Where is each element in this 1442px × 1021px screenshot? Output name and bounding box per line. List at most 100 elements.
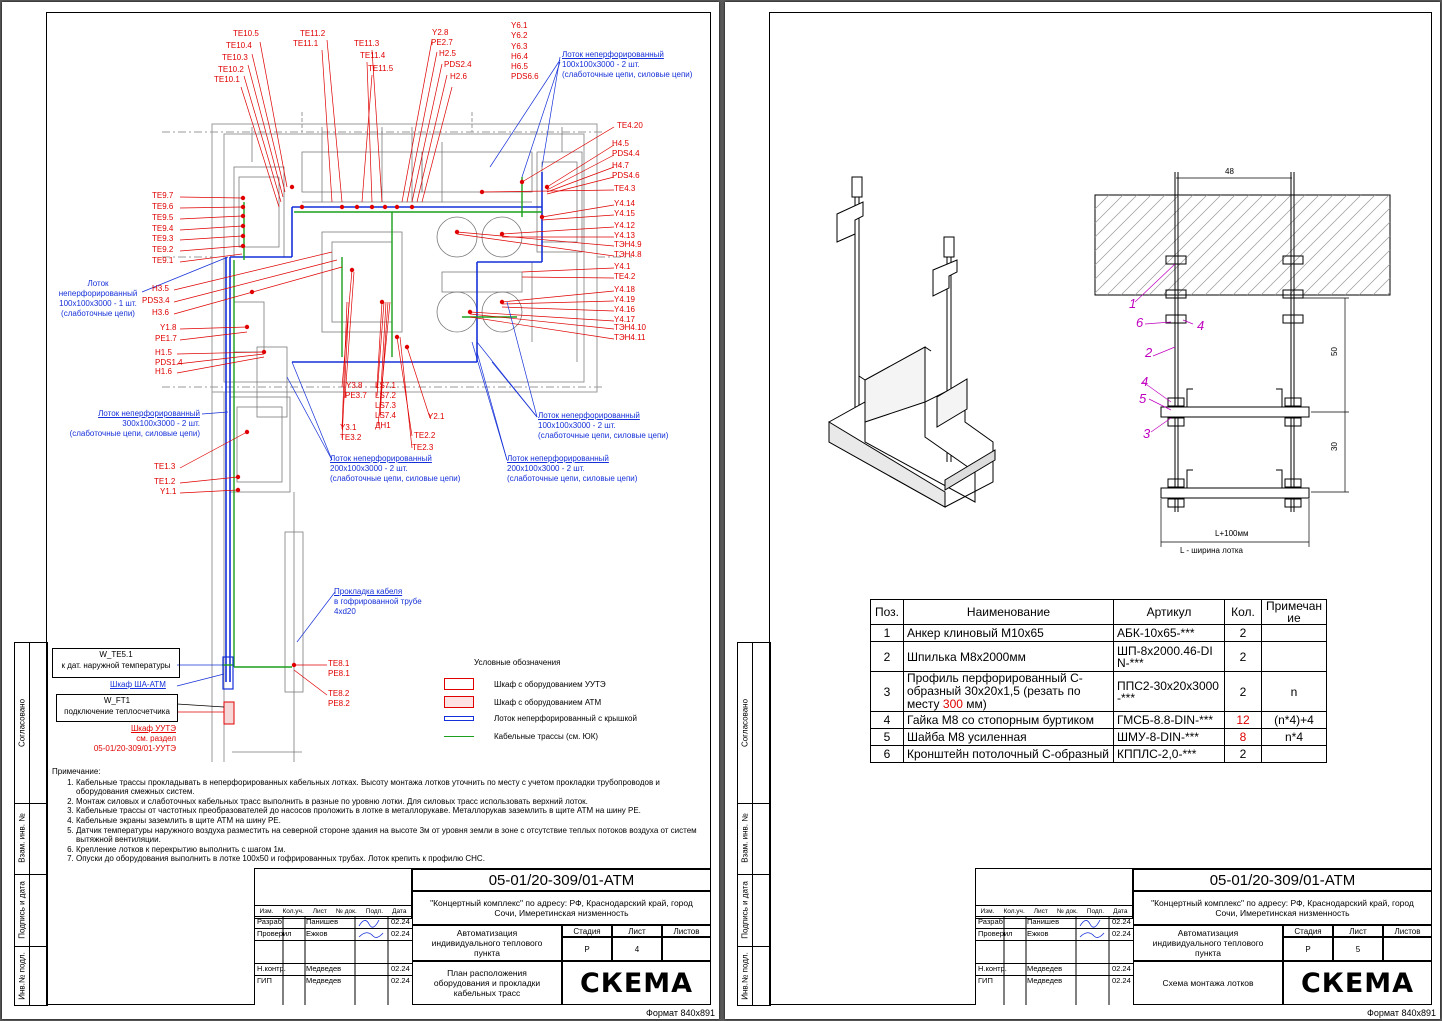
hatch-line [1316, 221, 1391, 296]
hatch-line [1094, 194, 1180, 280]
spec-pos: 4 [870, 711, 904, 729]
legend-label: Шкаф с оборудованием УУТЭ [494, 679, 606, 689]
revision-head: Изм. Кол.уч. Лист № док. Подп. Дата [976, 905, 1133, 917]
company-logo: СКЕМА [562, 961, 711, 1005]
note-line: 200x100x3000 - 2 шт. [330, 464, 408, 473]
spec-pos: 2 [870, 641, 904, 672]
spec-name: Шпилька M8x2000мм [903, 641, 1114, 672]
note-line: Лоток неперфорированный [562, 50, 664, 59]
tb-head: Кол.уч. [282, 907, 304, 915]
stage-head: Стадия [1283, 925, 1333, 937]
tb-head: Изм. [259, 907, 274, 915]
note-tray-right: Лоток неперфорированный 100x100x3000 - 2… [538, 411, 668, 441]
stage-value: Р [562, 937, 612, 961]
note-line: 100x100x3000 - 2 шт. [538, 421, 616, 430]
sheet-head: Лист [1333, 925, 1383, 937]
note-line: 4xd20 [334, 607, 356, 616]
note-line: 200x100x3000 - 2 шт. [507, 464, 585, 473]
note-line: Лоток неперфорированный [98, 409, 200, 418]
object-name: "Концертный комплекс" по адресу: РФ, Кра… [1133, 891, 1432, 925]
spec-pos: 6 [870, 745, 904, 763]
note-line: неперфорированный [58, 289, 138, 298]
note-item: Кабельные экраны заземлить в щите АТМ на… [76, 816, 712, 826]
note-item: Кабельные трассы от частотных преобразов… [76, 806, 712, 816]
company-logo: СКЕМА [1283, 961, 1432, 1005]
spec-name-highlight: 300 [942, 697, 963, 711]
sheet-format: Формат 840x891 [1366, 1008, 1436, 1018]
pos-mark: 5 [1139, 391, 1147, 406]
spec-qty: 2 [1224, 745, 1262, 763]
spec-art: ШМУ-8-DIN-*** [1113, 728, 1225, 746]
hatch-line [1344, 249, 1391, 296]
ceiling-slab [1094, 194, 1391, 296]
pos-mark: 6 [1136, 315, 1144, 330]
note-line: (слаботочные цепи, силовые цепи) [507, 474, 638, 483]
note-tray-bottom2: Лоток неперфорированный 200x100x3000 - 2… [507, 454, 637, 484]
legend-swatch-route [444, 736, 474, 737]
sheets-total [1383, 937, 1432, 961]
tb-head: Лист [312, 907, 327, 915]
spec-qty: 2 [1224, 671, 1262, 712]
spec-art: КППЛС-2,0-*** [1113, 745, 1225, 763]
stage-head: Стадия [562, 925, 612, 937]
spec-art: АБК-10x65-*** [1113, 624, 1225, 642]
sheet-title: План расположения оборудования и проклад… [412, 961, 562, 1005]
legend-swatch-uute [444, 678, 474, 690]
spec-art: ППС2-30x20x3000-*** [1113, 671, 1225, 712]
doc-code: 05-01/20-309/01-АТМ [1133, 869, 1432, 891]
pos-mark: 3 [1143, 426, 1151, 441]
note-line: (слаботочные цепи, силовые цепи) [538, 431, 669, 440]
spec-head-qty: Кол. [1224, 599, 1262, 625]
stage-value: Р [1283, 937, 1333, 961]
hatch-line [1094, 194, 1152, 252]
notes-title: Примечание: [52, 767, 101, 776]
tb-head: Дата [392, 907, 407, 915]
sheet-number: 5 [1333, 937, 1383, 961]
callout-cabinet-uute: Шкаф УУТЭ см. раздел 05-01/20-309/01-УУТ… [68, 724, 176, 754]
spec-name-cell: Профиль перфорированный С-образный 30x20… [903, 671, 1114, 712]
spec-note: (n*4)+4 [1261, 711, 1327, 729]
dim-top: 48 [1225, 167, 1234, 176]
callout-cabinet-atm: Шкаф ША-АТМ [110, 680, 166, 689]
object-name: "Концертный комплекс" по адресу: РФ, Кра… [412, 891, 711, 925]
spec-note: n*4 [1261, 728, 1327, 746]
note-line: 100x100x3000 - 2 шт. [562, 60, 640, 69]
legend-label: Лоток неперфорированный с крышкой [494, 714, 637, 723]
callout-title: W_TE5.1 [99, 650, 133, 659]
pos-mark: 1 [1129, 296, 1137, 311]
note-line: Лоток неперфорированный [507, 454, 609, 463]
spec-name: Шайба M8 усиленная [903, 728, 1114, 746]
sheets-head: Листов [662, 925, 711, 937]
sheets-total [662, 937, 711, 961]
legend-swatch-atm [444, 696, 474, 708]
spec-note: n [1261, 671, 1327, 712]
doc-code: 05-01/20-309/01-АТМ [412, 869, 711, 891]
callout-title: W_FT1 [103, 696, 131, 705]
sheets-head: Листов [1383, 925, 1432, 937]
dim-caption: L - ширина лотка [1180, 546, 1243, 555]
hatch-line [1302, 207, 1391, 296]
drawing-sheet-4: Согласовано Взам. инв. № Подпись и дата … [2, 2, 719, 1019]
hatch-line [1094, 194, 1124, 224]
spec-note [1261, 624, 1327, 642]
doc-title: Автоматизация индивидуального теплового … [412, 925, 562, 961]
note-tray-left: Лоток неперфорированный 100x100x3000 - 1… [56, 279, 140, 319]
note-tray-bottom1: Лоток неперфорированный 200x100x3000 - 2… [330, 454, 460, 484]
note-line: 300x100x3000 - 2 шт. [122, 419, 200, 428]
note-cable: Прокладка кабеля в гофрированной трубе 4… [334, 587, 422, 617]
sheet-number: 4 [612, 937, 662, 961]
spec-qty: 8 [1224, 728, 1262, 746]
title-block: Изм. Кол.уч. Лист № док. Подп. Дата Разр… [975, 868, 1432, 1005]
legend-swatch-tray [444, 716, 474, 721]
callout-line: см. раздел [136, 734, 176, 743]
note-line: Лоток неперфорированный [330, 454, 432, 463]
spec-pos: 3 [870, 671, 904, 712]
spec-qty: 2 [1224, 641, 1262, 672]
spec-head-note: Примечание [1261, 599, 1327, 625]
tb-head: Дата [1113, 907, 1128, 915]
dim-v1: 50 [1329, 347, 1339, 356]
hatch-line [1372, 277, 1391, 296]
spec-pos: 1 [870, 624, 904, 642]
tb-head: № док. [335, 907, 357, 915]
note-line: Лоток [87, 279, 109, 288]
